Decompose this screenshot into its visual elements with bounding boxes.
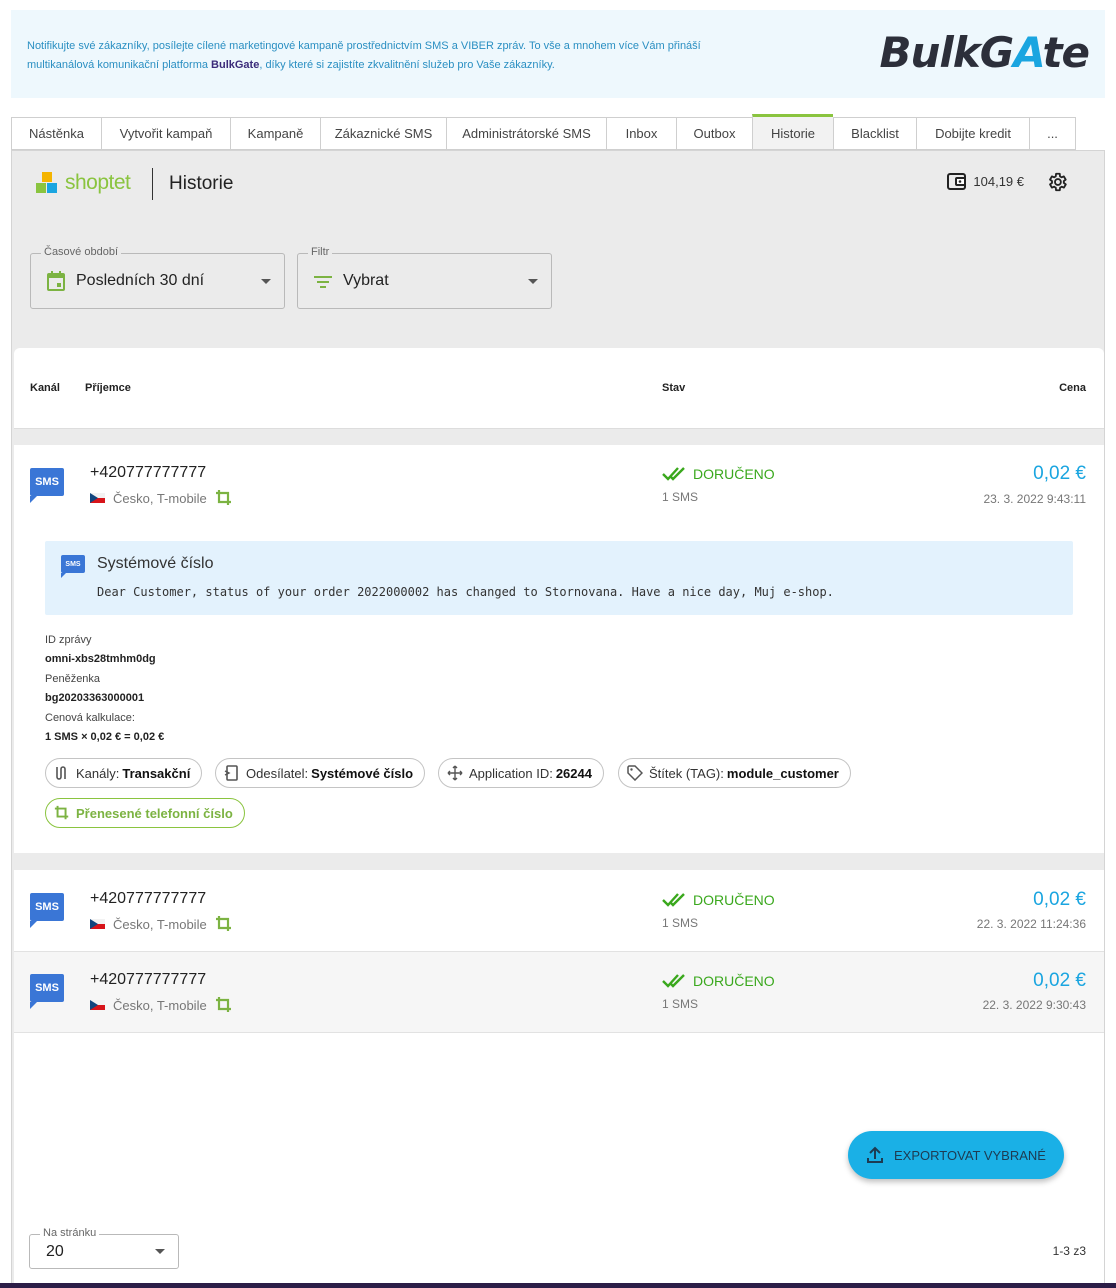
message-sender: Systémové číslo [97,555,214,572]
main-panel: shoptet Historie 104,19 € Časové období … [11,150,1105,1284]
wallet-icon [947,173,967,190]
table-row[interactable]: SMS +420777777777 Česko, T-mobile DORUČE… [14,870,1104,952]
czech-flag-icon [90,919,105,929]
gear-icon [1049,172,1067,192]
page-title: Historie [169,173,234,194]
sms-icon: SMS [61,555,85,578]
column-channel[interactable]: Kanál [30,382,60,394]
recipient-phone: +420777777777 [90,971,207,988]
shoptet-logo-icon [36,172,58,194]
table-header: Kanál Příjemce Stav Cena [14,348,1104,429]
chevron-down-icon [155,1249,165,1254]
info-banner: Notifikujte své zákazníky, posílejte cíl… [11,10,1105,98]
tag-icon [627,765,643,781]
sms-channel-icon: SMS [30,974,64,1009]
banner-brand: BulkGate [211,59,260,71]
per-page-select[interactable]: Na stránku 20 [29,1227,179,1269]
tab-inbox[interactable]: Inbox [606,117,676,150]
export-selected-button[interactable]: EXPORTOVAT VYBRANÉ [848,1131,1064,1179]
page-header: shoptet Historie 104,19 € [12,151,1104,215]
bottom-strip [0,1283,1116,1288]
sms-channel-icon: SMS [30,468,64,503]
message-count: 1 SMS [662,997,699,1011]
sender-icon [224,765,238,781]
recipient-country: Česko, T-mobile [90,915,233,933]
shoptet-logo: shoptet [36,171,131,195]
wallet-balance[interactable]: 104,19 € [947,173,1024,190]
chevron-down-icon [261,279,271,284]
route-icon [56,766,66,780]
application-id-chip[interactable]: Application ID: 26244 [438,758,604,788]
tab-outbox[interactable]: Outbox [676,117,752,150]
table-row-expanded[interactable]: SMS +420777777777 Česko, T-mobile DORUČE… [14,445,1104,853]
ported-number-icon [54,805,69,820]
ported-number-icon [215,997,231,1012]
double-check-icon [662,893,685,907]
upload-icon [867,1146,884,1163]
column-status[interactable]: Stav [662,382,685,394]
message-date: 22. 3. 2022 11:24:36 [976,917,1086,931]
row-separator [14,853,1104,870]
recipient-phone: +420777777777 [90,464,207,481]
tab-historie[interactable]: Historie [752,114,833,150]
double-check-icon [662,974,685,988]
tab-vytvorit-kampan[interactable]: Vytvořit kampaň [101,117,230,150]
tab-blacklist[interactable]: Blacklist [833,117,916,150]
czech-flag-icon [90,493,105,503]
column-recipient[interactable]: Příjemce [85,382,131,394]
recipient-country: Česko, T-mobile [90,489,233,507]
channels-chip[interactable]: Kanály: Transakční [45,758,203,788]
message-date: 23. 3. 2022 9:43:11 [983,492,1086,506]
tab-kampane[interactable]: Kampaně [230,117,320,150]
settings-button[interactable] [1046,171,1068,198]
row-separator [14,429,1104,445]
message-text: Dear Customer, status of your order 2022… [97,585,834,599]
period-select[interactable]: Časové období Posledních 30 dní [30,246,285,309]
message-price: 0,02 € [1033,463,1086,484]
price-calculation-label: Cenová kalkulace: [45,712,135,724]
message-preview: SMS Systémové číslo Dear Customer, statu… [45,541,1073,615]
tab-bar: Nástěnka Vytvořit kampaň Kampaně Zákazni… [11,114,1076,151]
message-count: 1 SMS [662,490,699,504]
tab-more[interactable]: ... [1029,117,1076,150]
recipient-phone: +420777777777 [90,890,207,907]
sms-channel-icon: SMS [30,893,64,928]
filter-select[interactable]: Filtr Vybrat [297,246,552,309]
tab-dobijte-kredit[interactable]: Dobijte kredit [916,117,1029,150]
message-count: 1 SMS [662,916,699,930]
tab-administratorske-sms[interactable]: Administrátorské SMS [446,117,606,150]
chevron-down-icon [528,279,538,284]
status-delivered: DORUČENO [662,466,775,482]
ported-number-chip[interactable]: Přenesené telefonní číslo [45,798,245,828]
status-delivered: DORUČENO [662,892,775,908]
message-price: 0,02 € [1033,970,1086,991]
tag-chip[interactable]: Štítek (TAG): module_customer [618,758,851,788]
message-date: 22. 3. 2022 9:30:43 [982,998,1086,1012]
header-divider [152,168,153,200]
wallet-label: Peněženka [45,673,101,685]
pagination-info: 1-3 z3 [1052,1244,1086,1258]
ported-number-icon [215,916,231,931]
wallet-id: bg20203363000001 [45,692,145,704]
message-id: omni-xbs28tmhm0dg [45,653,156,665]
column-price[interactable]: Cena [1059,382,1086,394]
message-price: 0,02 € [1033,889,1086,910]
tab-nastenka[interactable]: Nástěnka [11,117,101,150]
price-calculation: 1 SMS × 0,02 € = 0,02 € [45,731,165,743]
ported-number-icon [215,490,231,505]
filter-icon [314,276,332,288]
table-row[interactable]: SMS +420777777777 Česko, T-mobile DORUČE… [14,952,1104,1033]
move-icon [447,765,463,781]
bulkgate-logo: BulkGAte [879,28,1090,77]
sender-chip[interactable]: Odesílatel: Systémové číslo [215,758,426,788]
status-delivered: DORUČENO [662,973,775,989]
calendar-icon [47,271,65,291]
tab-zakaznicke-sms[interactable]: Zákaznické SMS [320,117,446,150]
czech-flag-icon [90,1000,105,1010]
banner-text: Notifikujte své zákazníky, posílejte cíl… [27,40,701,71]
double-check-icon [662,467,685,481]
message-id-label: ID zprávy [45,634,92,646]
recipient-country: Česko, T-mobile [90,996,233,1014]
